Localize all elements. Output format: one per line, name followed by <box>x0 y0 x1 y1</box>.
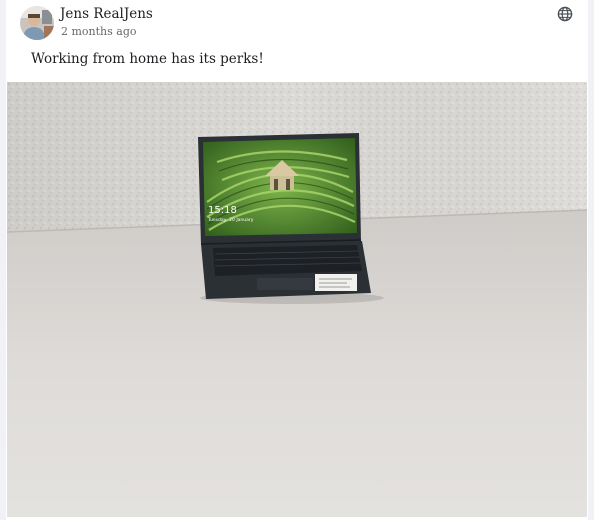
author-avatar[interactable] <box>20 6 54 40</box>
globe-icon[interactable] <box>557 6 573 22</box>
post-header: Jens RealJens 2 months ago <box>6 0 588 44</box>
laptop-photo: 15:18 Tuesday, 20 January <box>7 82 587 517</box>
post-text: Working from home has its perks! <box>31 51 264 67</box>
laptop-date: Tuesday, 20 January <box>207 217 254 223</box>
avatar-image <box>20 6 54 40</box>
post-card: Jens RealJens 2 months ago Working from … <box>6 0 588 520</box>
post-timestamp[interactable]: 2 months ago <box>61 25 137 39</box>
author-name[interactable]: Jens RealJens <box>60 6 153 23</box>
laptop-clock: 15:18 <box>208 205 237 216</box>
post-photo[interactable]: 15:18 Tuesday, 20 January <box>7 82 587 517</box>
